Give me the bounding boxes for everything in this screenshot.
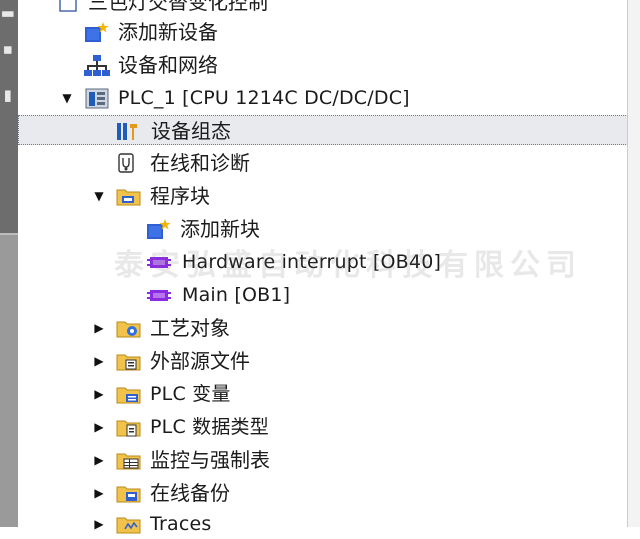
expand-caret-icon[interactable]: ▼ (60, 91, 74, 105)
tree-item-label: 三色灯交替变化控制 (88, 0, 268, 14)
tree-item-label: 在线备份 (150, 481, 230, 505)
tree-item-label: 添加新块 (180, 217, 260, 241)
network-icon (84, 54, 110, 76)
external-source-folder-icon (116, 350, 142, 372)
tree-item-label: PLC 数据类型 (150, 416, 269, 438)
tree-item-add-device[interactable]: 添加新设备 (18, 17, 628, 47)
side-tab-glyph-1: ▮ (0, 9, 18, 19)
collapse-caret-icon[interactable]: ▶ (92, 387, 106, 401)
plc-datatypes-folder-icon (116, 416, 142, 438)
side-tab-glyph-2: ▪ (0, 44, 18, 56)
project-icon (58, 0, 84, 13)
tree-item-plc-datatypes[interactable]: ▶ PLC 数据类型 (18, 412, 628, 442)
tree-item-label: 监控与强制表 (150, 448, 270, 472)
tree-item-label: 工艺对象 (150, 316, 230, 340)
traces-folder-icon (116, 513, 142, 535)
collapse-caret-icon[interactable]: ▶ (92, 486, 106, 500)
expand-caret-icon[interactable]: ▼ (92, 189, 106, 203)
collapse-caret-icon[interactable]: ▶ (92, 453, 106, 467)
diagnostics-icon (116, 152, 142, 174)
tree-item-label: PLC_1 [CPU 1214C DC/DC/DC] (118, 87, 410, 109)
ob-block-icon (146, 251, 172, 273)
tree-item-label: 添加新设备 (118, 20, 218, 44)
tree-item-traces[interactable]: ▶ Traces (18, 509, 628, 539)
tree-item-plc-tags[interactable]: ▶ PLC 变量 (18, 379, 628, 409)
collapse-caret-icon[interactable]: ▶ (92, 354, 106, 368)
online-backups-folder-icon (116, 482, 142, 504)
plc-icon (84, 87, 110, 109)
collapse-caret-icon[interactable]: ▶ (92, 420, 106, 434)
project-tree: 三色灯交替变化控制 添加新设备 设备和网络 ▼ PLC_1 [CPU 1214C… (18, 0, 628, 535)
tree-item-external-sources[interactable]: ▶ 外部源文件 (18, 346, 628, 376)
tree-item-label: 设备和网络 (118, 53, 218, 77)
plc-tags-folder-icon (116, 383, 142, 405)
tree-item-label: Main [OB1] (182, 284, 291, 306)
collapse-caret-icon[interactable]: ▶ (92, 517, 106, 531)
tree-item-project[interactable]: 三色灯交替变化控制 (18, 0, 628, 17)
collapse-caret-icon[interactable]: ▶ (92, 321, 106, 335)
add-device-icon (84, 21, 110, 43)
tree-item-online-diagnostics[interactable]: 在线和诊断 (18, 148, 628, 178)
tree-item-label: PLC 变量 (150, 383, 231, 405)
tree-item-plc1[interactable]: ▼ PLC_1 [CPU 1214C DC/DC/DC] (18, 83, 628, 113)
tree-item-online-backups[interactable]: ▶ 在线备份 (18, 478, 628, 508)
side-tab-glyph-3: ▬ (0, 89, 18, 104)
tree-item-label: 程序块 (150, 184, 210, 208)
tree-item-label: 设备组态 (151, 119, 231, 143)
tree-item-label: 在线和诊断 (150, 151, 250, 175)
add-block-icon (146, 218, 172, 240)
tree-item-label: 外部源文件 (150, 349, 250, 373)
right-gutter (628, 0, 640, 527)
left-side-strip: ▮ ▪ ▬ (0, 0, 18, 527)
tree-item-device-config[interactable]: 设备组态 (18, 115, 628, 145)
tree-item-technology-objects[interactable]: ▶ 工艺对象 (18, 313, 628, 343)
ob-block-icon (146, 284, 172, 306)
tree-item-ob40[interactable]: Hardware interrupt [OB40] (18, 247, 628, 277)
watch-force-tables-folder-icon (116, 449, 142, 471)
program-blocks-folder-icon (116, 185, 142, 207)
tree-item-ob1[interactable]: Main [OB1] (18, 280, 628, 310)
tree-item-watch-force-tables[interactable]: ▶ 监控与强制表 (18, 445, 628, 475)
technology-objects-folder-icon (116, 317, 142, 339)
side-strip-lower (0, 235, 18, 527)
tree-item-label: Hardware interrupt [OB40] (182, 251, 442, 273)
device-config-icon (115, 120, 141, 142)
tree-item-label: Traces (150, 513, 212, 535)
tree-item-devices-networks[interactable]: 设备和网络 (18, 50, 628, 80)
tree-item-add-block[interactable]: 添加新块 (18, 214, 628, 244)
tree-item-program-blocks[interactable]: ▼ 程序块 (18, 181, 628, 211)
